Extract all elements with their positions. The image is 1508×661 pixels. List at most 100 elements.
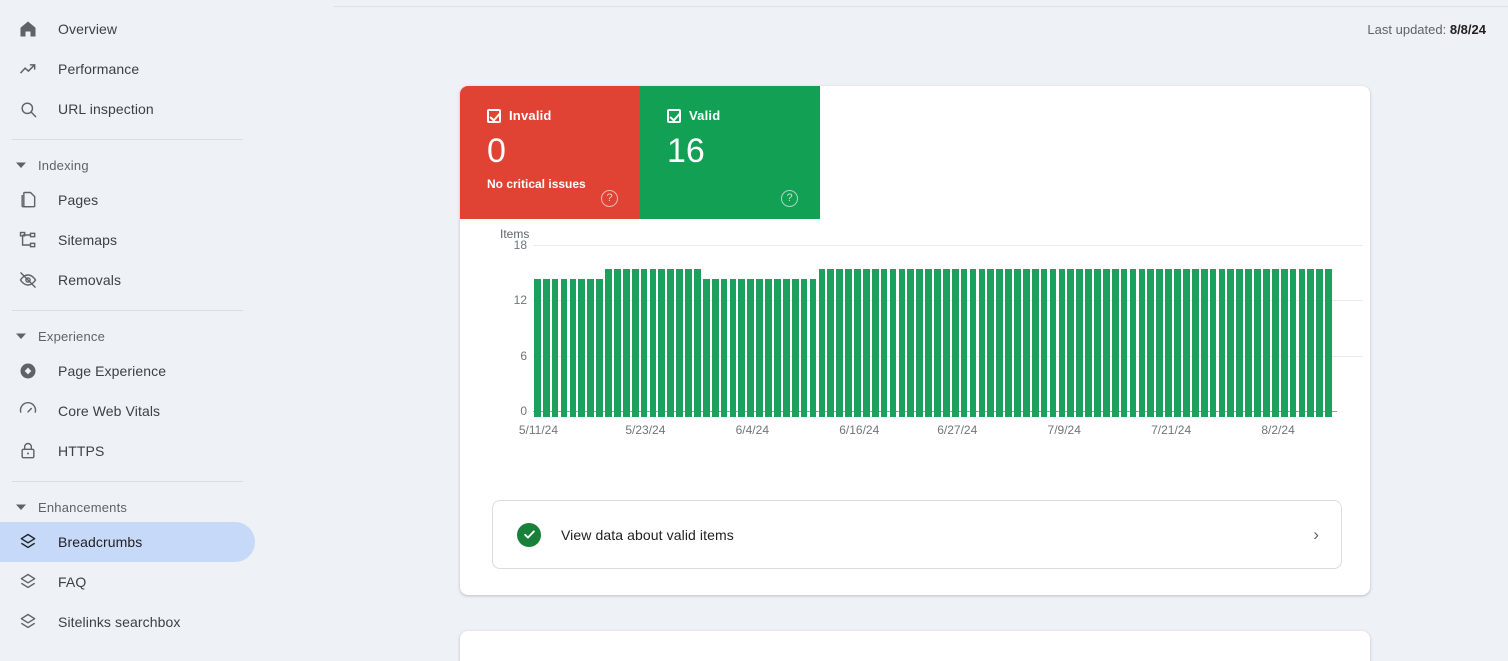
chart-bar[interactable] (827, 269, 835, 417)
chart-bar[interactable] (1316, 269, 1324, 417)
sidebar-item-url-inspection[interactable]: URL inspection (0, 89, 255, 129)
chart-bar[interactable] (916, 269, 923, 417)
chart-bar[interactable] (987, 269, 995, 417)
chevron-right-icon[interactable]: › (1313, 525, 1319, 545)
chart-bar[interactable] (1263, 269, 1270, 417)
chart-bar[interactable] (1271, 269, 1279, 417)
chart-bar[interactable] (560, 278, 568, 417)
chart-bar[interactable] (1005, 269, 1012, 417)
chart-bar[interactable] (1165, 269, 1172, 417)
chart-bar[interactable] (640, 269, 648, 417)
chart-bar[interactable] (898, 269, 906, 417)
chart-bar[interactable] (587, 278, 595, 417)
chart-bar[interactable] (1191, 269, 1199, 417)
chart-bar[interactable] (1183, 269, 1190, 417)
chart-bar[interactable] (925, 269, 932, 417)
chart-bar[interactable] (978, 269, 986, 417)
chart-bar[interactable] (1014, 269, 1021, 417)
sidebar-group-indexing[interactable]: Indexing (0, 150, 333, 180)
view-valid-items-row[interactable]: View data about valid items › (492, 500, 1342, 569)
chart-bar[interactable] (694, 269, 701, 417)
chart-bar[interactable] (631, 269, 639, 417)
sidebar-item-https[interactable]: HTTPS (0, 431, 255, 471)
chart-bar[interactable] (542, 278, 550, 417)
sidebar-item-core-web-vitals[interactable]: Core Web Vitals (0, 391, 255, 431)
status-tile-valid[interactable]: Valid 16 ? (640, 86, 820, 219)
sidebar-item-sitemaps[interactable]: Sitemaps (0, 220, 255, 260)
chart-bar[interactable] (800, 278, 808, 417)
chart-bar[interactable] (1058, 269, 1066, 417)
chart-bar[interactable] (996, 269, 1004, 417)
chart-bar[interactable] (1067, 269, 1075, 417)
chart-bar[interactable] (569, 278, 577, 417)
checkbox-checked-icon[interactable] (487, 108, 501, 123)
chart-bar[interactable] (720, 278, 728, 417)
chart-bar[interactable] (658, 269, 666, 417)
chart-bar[interactable] (934, 269, 941, 417)
chart-bar[interactable] (1218, 269, 1226, 417)
chart-bar[interactable] (702, 278, 710, 417)
chart-bar[interactable] (862, 269, 870, 417)
chart-bar[interactable] (756, 278, 763, 417)
chart-bar[interactable] (1289, 269, 1297, 417)
chart-bar[interactable] (880, 269, 888, 417)
chart-bar[interactable] (1209, 269, 1217, 417)
chart-bar[interactable] (774, 278, 781, 417)
sidebar-item-performance[interactable]: Performance (0, 49, 255, 89)
chart-bar[interactable] (1111, 269, 1119, 417)
sidebar-item-breadcrumbs[interactable]: Breadcrumbs (0, 522, 255, 562)
sidebar-item-removals[interactable]: Removals (0, 260, 255, 300)
chart-bar[interactable] (1280, 269, 1288, 417)
chart-bar[interactable] (622, 269, 630, 417)
chart-bar[interactable] (1120, 269, 1128, 417)
chart-bar[interactable] (765, 278, 772, 417)
chart-bar[interactable] (596, 278, 603, 417)
chart-bar[interactable] (711, 278, 719, 417)
chart-bar[interactable] (960, 269, 968, 417)
chart-bar[interactable] (845, 269, 852, 417)
chart-bar[interactable] (1245, 269, 1252, 417)
sidebar-item-faq[interactable]: FAQ (0, 562, 255, 602)
chart-bar[interactable] (1236, 269, 1244, 417)
sidebar-item-pages[interactable]: Pages (0, 180, 255, 220)
checkbox-checked-icon[interactable] (667, 108, 681, 123)
chart-bar[interactable] (1049, 269, 1057, 417)
chart-bar[interactable] (809, 278, 817, 417)
chart-bar[interactable] (649, 269, 657, 417)
chart-bar[interactable] (1298, 269, 1306, 417)
chart-bar[interactable] (818, 269, 826, 417)
status-tile-invalid[interactable]: Invalid 0 No critical issues ? (460, 86, 640, 219)
help-icon[interactable]: ? (781, 190, 798, 207)
help-icon[interactable]: ? (601, 190, 618, 207)
chart-bar[interactable] (1085, 269, 1092, 417)
chart-bar[interactable] (854, 269, 861, 417)
sidebar-item-page-experience[interactable]: Page Experience (0, 351, 255, 391)
sidebar-item-overview[interactable]: Overview (0, 9, 255, 49)
chart-bar[interactable] (1325, 269, 1332, 417)
chart-bar[interactable] (729, 278, 737, 417)
chart-bar[interactable] (551, 278, 559, 417)
chart-bar[interactable] (836, 269, 843, 417)
chart-bar[interactable] (951, 269, 959, 417)
chart-bar[interactable] (1129, 269, 1137, 417)
chart-bar[interactable] (1094, 269, 1101, 417)
chart-bar[interactable] (747, 278, 755, 417)
chart-bar[interactable] (676, 269, 683, 417)
chart-bar[interactable] (1031, 269, 1039, 417)
sidebar-item-sitelinks-searchbox[interactable]: Sitelinks searchbox (0, 602, 255, 642)
chart-bar[interactable] (871, 269, 879, 417)
sidebar-group-experience[interactable]: Experience (0, 321, 333, 351)
chart-bar[interactable] (1156, 269, 1164, 417)
chart-bar[interactable] (1076, 269, 1084, 417)
chart-bar[interactable] (578, 278, 586, 417)
chart-bar[interactable] (1022, 269, 1030, 417)
chart-bar[interactable] (942, 269, 950, 417)
chart-bar[interactable] (685, 269, 692, 417)
chart-bar[interactable] (1103, 269, 1110, 417)
chart-bar[interactable] (534, 278, 541, 417)
chart-bar[interactable] (605, 269, 612, 417)
chart-bar[interactable] (782, 278, 790, 417)
chart-bar[interactable] (791, 278, 799, 417)
chart-bar[interactable] (1040, 269, 1048, 417)
chart-bar[interactable] (738, 278, 746, 417)
